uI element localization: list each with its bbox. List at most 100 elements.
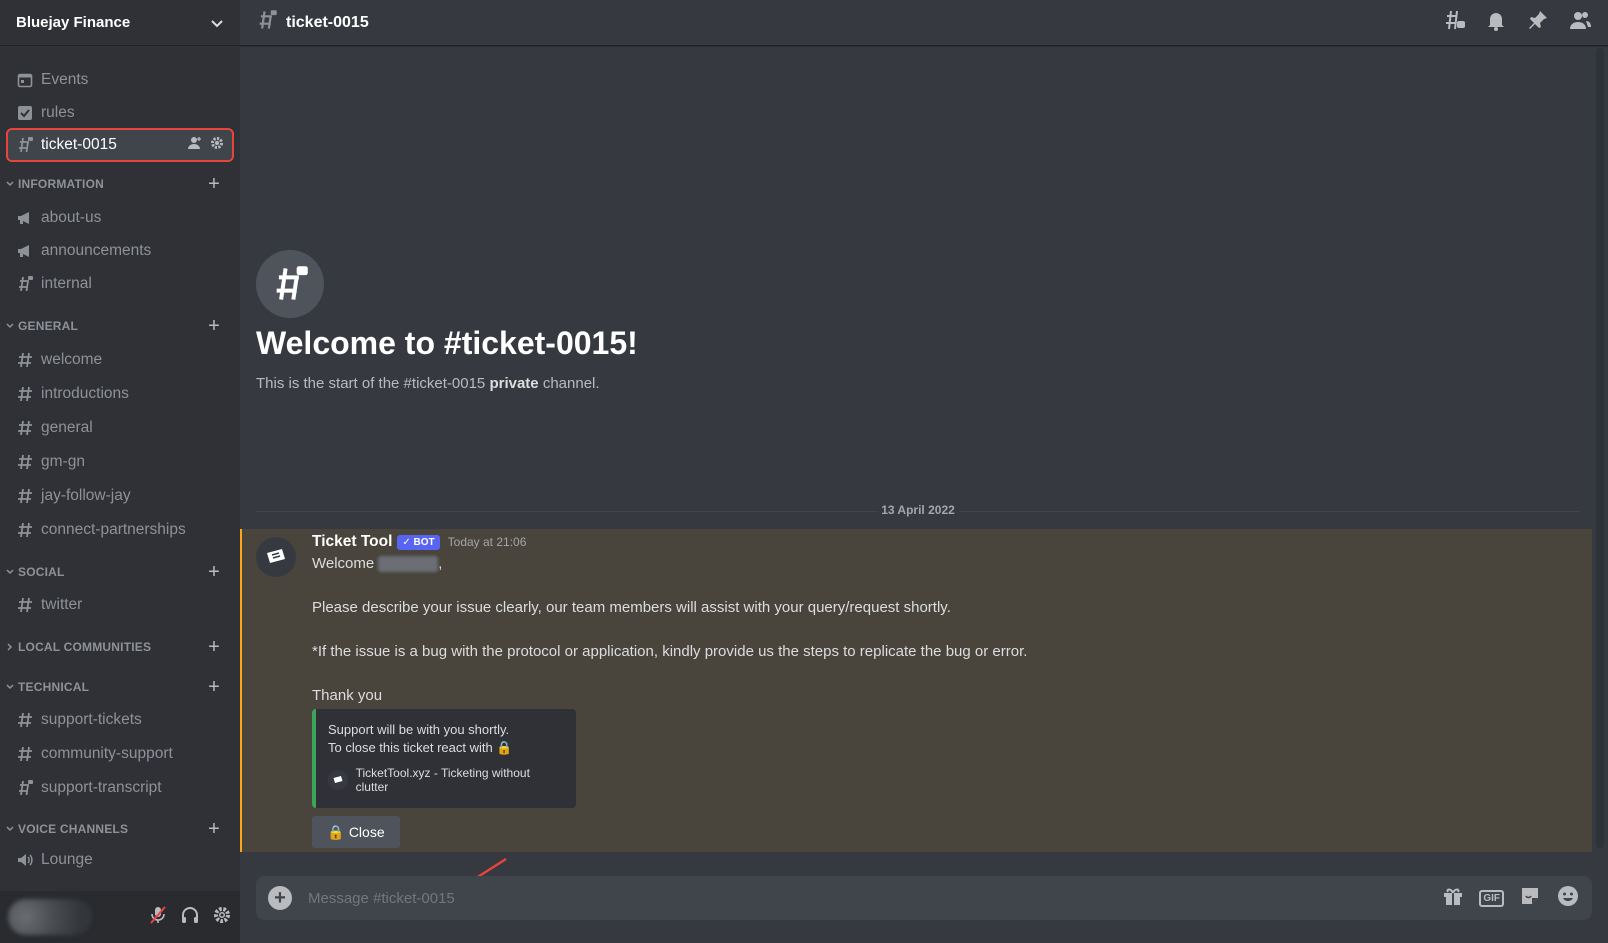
channel-label: ticket-0015: [41, 136, 117, 153]
add-channel-icon[interactable]: +: [208, 819, 220, 839]
message-composer: + GIF: [256, 876, 1592, 920]
chevron-down-icon: [6, 323, 14, 329]
channel-welcome[interactable]: welcome: [8, 344, 232, 376]
speaker-icon: [16, 851, 34, 869]
channel-jay-follow-jay[interactable]: jay-follow-jay: [8, 480, 232, 512]
category-general[interactable]: GENERAL +: [0, 316, 240, 336]
avatar[interactable]: [8, 899, 92, 935]
sticker-icon[interactable]: [1518, 884, 1542, 913]
gear-icon[interactable]: [212, 905, 232, 930]
channel-label: twitter: [41, 596, 83, 613]
hash-icon: [16, 487, 34, 505]
invite-member-icon[interactable]: [188, 136, 202, 155]
date-divider: 13 April 2022: [256, 503, 1580, 517]
locked-hash-icon: [16, 779, 34, 797]
gift-icon[interactable]: [1441, 884, 1465, 913]
channel-rules[interactable]: rules: [8, 97, 232, 129]
hash-icon: [16, 745, 34, 763]
category-local-communities[interactable]: LOCAL COMMUNITIES +: [0, 637, 240, 657]
welcome-subtitle: This is the start of the #ticket-0015 pr…: [256, 375, 600, 392]
welcome-subtitle-prefix: This is the start of the #ticket-0015: [256, 375, 490, 392]
message-greeting: Welcome: [312, 555, 375, 572]
hash-icon: [16, 453, 34, 471]
attach-plus-icon[interactable]: +: [268, 886, 292, 910]
message-line: Welcome,: [312, 553, 1572, 575]
gear-icon[interactable]: [210, 136, 224, 155]
channel-title: ticket-0015: [286, 13, 369, 31]
member-list-icon[interactable]: [1568, 8, 1592, 37]
close-button-label: Close: [348, 824, 385, 840]
channel-general[interactable]: general: [8, 412, 232, 444]
channel-gm-gn[interactable]: gm-gn: [8, 446, 232, 478]
emoji-icon[interactable]: [1556, 884, 1580, 913]
ticket-icon[interactable]: [256, 537, 296, 577]
channel-label: connect-partnerships: [41, 521, 186, 538]
message-embed: Support will be with you shortly. To clo…: [312, 709, 576, 808]
hash-icon: [16, 521, 34, 539]
ticket-icon: [328, 770, 348, 790]
hash-icon: [16, 351, 34, 369]
channel-label: support-tickets: [41, 711, 142, 728]
locked-hash-icon: [16, 275, 34, 293]
channel-label: gm-gn: [41, 453, 85, 470]
locked-hash-icon: [256, 250, 324, 318]
scrollbar[interactable]: [1596, 48, 1604, 848]
chat-area: ticket-0015 Welcome to #ticket-0015! Thi…: [240, 0, 1608, 943]
channel-announcements[interactable]: announcements: [8, 235, 232, 267]
add-channel-icon[interactable]: +: [208, 174, 220, 194]
channel-internal[interactable]: internal: [8, 268, 232, 300]
channel-support-tickets[interactable]: support-tickets: [8, 704, 232, 736]
redacted-mention: [378, 556, 439, 573]
megaphone-icon: [16, 242, 34, 260]
welcome-subtitle-suffix: channel.: [538, 375, 600, 392]
channel-label: community-support: [41, 745, 173, 762]
hash-icon: [16, 385, 34, 403]
close-ticket-button[interactable]: 🔒 Close: [312, 816, 400, 848]
channel-label: Lounge: [41, 851, 93, 868]
category-social[interactable]: SOCIAL +: [0, 562, 240, 582]
add-channel-icon[interactable]: +: [208, 562, 220, 582]
category-label: TECHNICAL: [18, 680, 90, 694]
threads-icon[interactable]: [1442, 8, 1466, 37]
channel-community-support[interactable]: community-support: [8, 738, 232, 770]
channel-events[interactable]: Events: [8, 64, 232, 96]
category-label: LOCAL COMMUNITIES: [18, 640, 152, 654]
channel-ticket-0015[interactable]: ticket-0015: [6, 128, 234, 162]
add-channel-icon[interactable]: +: [208, 637, 220, 657]
add-channel-icon[interactable]: +: [208, 677, 220, 697]
category-label: GENERAL: [18, 319, 79, 333]
gif-icon[interactable]: GIF: [1479, 889, 1504, 907]
category-voice-channels[interactable]: VOICE CHANNELS +: [0, 819, 240, 839]
channel-label: introductions: [41, 385, 129, 402]
embed-line-text: To close this ticket react with: [328, 740, 493, 755]
channel-introductions[interactable]: introductions: [8, 378, 232, 410]
channel-label: internal: [41, 275, 92, 292]
embed-line: To close this ticket react with 🔒: [328, 739, 562, 757]
add-channel-icon[interactable]: +: [208, 316, 220, 336]
channel-label: rules: [41, 104, 75, 121]
headphones-icon[interactable]: [180, 905, 200, 930]
welcome-subtitle-bold: private: [489, 375, 539, 392]
welcome-title: Welcome to #ticket-0015!: [256, 325, 638, 361]
pin-icon[interactable]: [1526, 8, 1550, 37]
server-header[interactable]: Bluejay Finance: [0, 0, 240, 46]
chevron-down-icon: [6, 826, 14, 832]
chevron-right-icon: [7, 643, 13, 651]
channel-twitter[interactable]: twitter: [8, 589, 232, 621]
category-information[interactable]: INFORMATION +: [0, 174, 240, 194]
hash-icon: [16, 711, 34, 729]
lock-emoji-icon: 🔒: [327, 823, 345, 840]
channel-support-transcript[interactable]: support-transcript: [8, 772, 232, 804]
message-input[interactable]: [308, 889, 1442, 907]
embed-line: Support will be with you shortly.: [328, 722, 510, 737]
channel-label: about-us: [41, 209, 102, 226]
notification-bell-icon[interactable]: [1484, 8, 1508, 37]
channel-about-us[interactable]: about-us: [8, 202, 232, 234]
microphone-muted-icon[interactable]: [148, 905, 168, 930]
category-technical[interactable]: TECHNICAL +: [0, 677, 240, 697]
channel-list: Events rules ticket-0015 INFORMATION + a…: [0, 58, 240, 876]
locked-hash-icon: [16, 136, 34, 154]
channel-lounge[interactable]: Lounge: [8, 844, 232, 876]
channel-connect-partnerships[interactable]: connect-partnerships: [8, 514, 232, 546]
message-author[interactable]: Ticket Tool: [312, 533, 392, 551]
